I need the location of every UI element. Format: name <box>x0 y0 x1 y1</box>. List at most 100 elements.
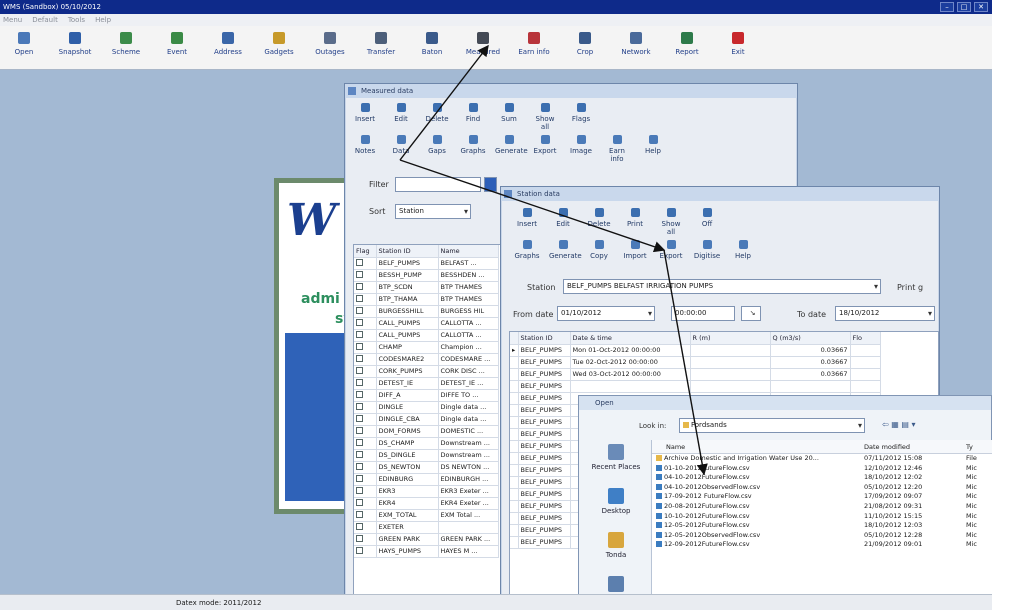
flag-checkbox[interactable] <box>356 366 363 374</box>
file-row[interactable]: 01-10-2012FutureFlow.csv 12/10/2012 12:46… <box>652 464 992 474</box>
table-row[interactable]: DINGLE Dingle data ... <box>354 401 499 414</box>
table-row[interactable]: DIFF_A DIFFE TO ... <box>354 389 499 402</box>
flag-checkbox[interactable] <box>356 378 363 386</box>
toolbar-earn-info-button[interactable]: Earn info <box>514 32 554 66</box>
flag-checkbox[interactable] <box>356 330 363 338</box>
column-header[interactable]: Flag <box>354 245 377 258</box>
flag-cell[interactable] <box>354 533 377 546</box>
row-selector[interactable] <box>510 464 519 477</box>
flag-checkbox[interactable] <box>356 546 363 554</box>
flag-cell[interactable] <box>354 281 377 294</box>
table-row[interactable]: EDINBURG EDINBURGH ... <box>354 473 499 486</box>
btn-insert[interactable]: Insert <box>513 207 541 229</box>
flag-checkbox[interactable] <box>356 462 363 470</box>
toolbar-baton-button[interactable]: Baton <box>412 32 452 66</box>
flag-checkbox[interactable] <box>356 510 363 518</box>
menu-item-tools[interactable]: Tools <box>68 14 85 26</box>
btn-delete[interactable]: Delete <box>585 207 613 229</box>
toolbar-exit-button[interactable]: Exit <box>718 32 758 66</box>
table-row[interactable]: EXETER <box>354 521 499 534</box>
btn-sum[interactable]: Sum <box>495 102 523 124</box>
toolbar-gadgets-button[interactable]: Gadgets <box>259 32 299 66</box>
btn-flags[interactable]: Flags <box>567 102 595 124</box>
flag-cell[interactable] <box>354 473 377 486</box>
btn-generate[interactable]: Generate <box>495 134 528 156</box>
row-selector[interactable] <box>510 368 519 381</box>
row-selector[interactable] <box>510 404 519 417</box>
column-header[interactable]: Station ID <box>376 245 439 258</box>
flag-cell[interactable] <box>354 509 377 522</box>
table-row[interactable]: GREEN PARK GREEN PARK ... <box>354 533 499 546</box>
table-row[interactable]: BELF_PUMPS BELFAST ... <box>354 257 499 270</box>
menu-item-help[interactable]: Help <box>95 14 111 26</box>
btn-image[interactable]: Image <box>567 134 595 156</box>
column-header[interactable]: R (m) <box>690 332 771 345</box>
flag-cell[interactable] <box>354 425 377 438</box>
flag-cell[interactable] <box>354 521 377 534</box>
row-selector[interactable] <box>510 440 519 453</box>
table-row[interactable]: CODESMARE2 CODESMARE ... <box>354 353 499 366</box>
table-row[interactable]: DS_NEWTON DS NEWTON ... <box>354 461 499 474</box>
filter-apply-icon[interactable] <box>484 177 497 192</box>
table-row[interactable]: EKR3 EKR3 Exeter ... <box>354 485 499 498</box>
row-selector[interactable] <box>510 428 519 441</box>
flag-cell[interactable] <box>354 485 377 498</box>
from-time-input[interactable]: 00:00:00 <box>671 306 735 321</box>
flag-cell[interactable] <box>354 341 377 354</box>
table-row[interactable]: BURGESSHILL BURGESS HIL <box>354 305 499 318</box>
flag-checkbox[interactable] <box>356 342 363 350</box>
flag-cell[interactable] <box>354 377 377 390</box>
row-selector[interactable]: ▸ <box>510 344 519 357</box>
file-row[interactable]: 12-09-2012FutureFlow.csv 21/09/2012 09:01… <box>652 540 992 550</box>
flag-checkbox[interactable] <box>356 294 363 302</box>
row-selector[interactable] <box>510 476 519 489</box>
btn-copy[interactable]: Copy <box>585 239 613 261</box>
flag-checkbox[interactable] <box>356 270 363 278</box>
btn-earn-info[interactable]: Earn info <box>603 134 631 163</box>
col-type[interactable]: Ty <box>966 440 973 454</box>
btn-find[interactable]: Find <box>459 102 487 124</box>
flag-cell[interactable] <box>354 413 377 426</box>
col-name[interactable]: Name <box>666 440 685 454</box>
row-selector[interactable] <box>510 380 519 393</box>
table-row[interactable]: BELF_PUMPS Wed 03-Oct-2012 00:00:00 0.0366… <box>510 368 881 381</box>
table-row[interactable]: EXM_TOTAL EXM Total ... <box>354 509 499 522</box>
btn-show-all[interactable]: Show all <box>657 207 685 236</box>
flag-checkbox[interactable] <box>356 486 363 494</box>
column-header[interactable]: Station ID <box>518 332 571 345</box>
row-selector[interactable] <box>510 488 519 501</box>
file-row[interactable]: 17-09-2012 FutureFlow.csv 17/09/2012 09:0… <box>652 492 992 502</box>
table-row[interactable]: EKR4 EKR4 Exeter ... <box>354 497 499 510</box>
flag-checkbox[interactable] <box>356 258 363 266</box>
flag-cell[interactable] <box>354 353 377 366</box>
station-select[interactable]: BELF_PUMPS BELFAST IRRIGATION PUMPS <box>563 279 881 294</box>
toolbar-measured-button[interactable]: Measured <box>463 32 503 66</box>
menu-item-menu[interactable]: Menu <box>3 14 22 26</box>
toolbar-network-button[interactable]: Network <box>616 32 656 66</box>
toolbar-crop-button[interactable]: Crop <box>565 32 605 66</box>
table-row[interactable]: BTP_SCDN BTP THAMES <box>354 281 499 294</box>
file-row[interactable]: 12-05-2012FutureFlow.csv 18/10/2012 12:03… <box>652 521 992 531</box>
btn-insert[interactable]: Insert <box>351 102 379 124</box>
btn-edit[interactable]: Edit <box>549 207 577 229</box>
flag-checkbox[interactable] <box>356 498 363 506</box>
flag-checkbox[interactable] <box>356 414 363 422</box>
file-row[interactable]: Archive Domestic and Irrigation Water Us… <box>652 454 992 464</box>
btn-digitise[interactable]: Digitise <box>693 239 721 261</box>
btn-graphs[interactable]: Graphs <box>513 239 541 261</box>
file-row[interactable]: 04-10-2012ObservedFlow.csv 05/10/2012 12:… <box>652 483 992 493</box>
flag-checkbox[interactable] <box>356 282 363 290</box>
look-in-select[interactable]: Fordsands <box>679 418 865 433</box>
btn-gaps[interactable]: Gaps <box>423 134 451 156</box>
row-selector[interactable] <box>510 500 519 513</box>
row-selector[interactable] <box>510 392 519 405</box>
flag-cell[interactable] <box>354 401 377 414</box>
btn-help[interactable]: Help <box>639 134 667 156</box>
table-row[interactable]: ▸ BELF_PUMPS Mon 01-Oct-2012 00:00:00 0.036… <box>510 344 881 357</box>
to-date-picker[interactable]: 18/10/2012 <box>835 306 935 321</box>
flag-cell[interactable] <box>354 257 377 270</box>
btn-delete[interactable]: Delete <box>423 102 451 124</box>
flag-cell[interactable] <box>354 389 377 402</box>
row-selector[interactable] <box>510 512 519 525</box>
column-header[interactable]: Date & time <box>570 332 691 345</box>
